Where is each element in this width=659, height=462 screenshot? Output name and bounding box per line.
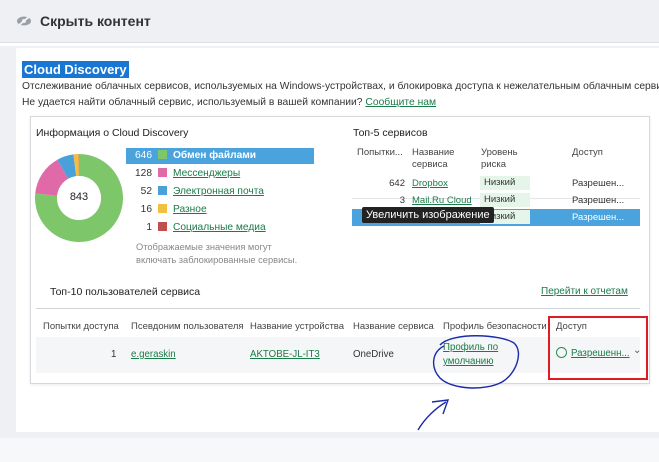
annotation-arrow [417, 401, 447, 431]
annotation-ellipse [433, 335, 520, 389]
handdrawn-annotation [417, 335, 520, 431]
